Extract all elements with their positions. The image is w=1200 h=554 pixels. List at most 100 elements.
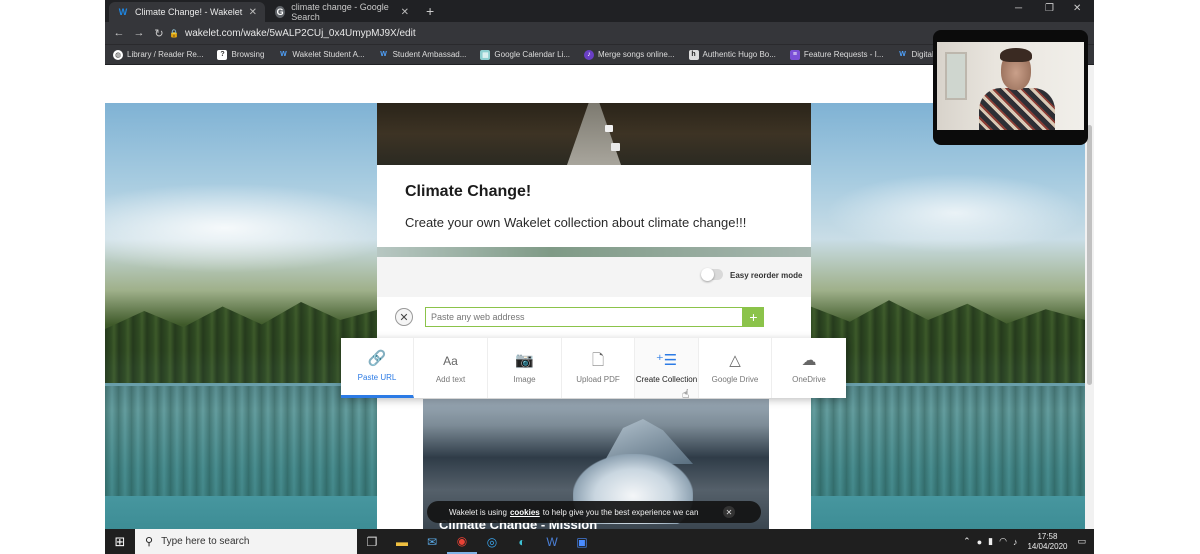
scrollbar-thumb[interactable] <box>1087 125 1092 385</box>
cloud-icon: ☁ <box>801 351 817 369</box>
app-icon[interactable]: ◎ <box>477 529 507 554</box>
url-field[interactable]: 🔒 wakelet.com/wake/5wALP2CUj_0x4UmypMJ9X… <box>169 25 949 41</box>
webcam-person-decoration <box>979 88 1055 130</box>
tab-wakelet[interactable]: W Climate Change! - Wakelet ✕ <box>109 2 265 22</box>
edge-icon[interactable]: ◐ <box>507 529 537 554</box>
file-explorer-icon[interactable]: ▬ <box>387 529 417 554</box>
menu-item-google-drive[interactable]: △ Google Drive <box>699 338 772 398</box>
cloud-decoration <box>105 183 405 273</box>
screenshot-frame: W Climate Change! - Wakelet ✕ G climate … <box>0 0 1200 554</box>
tab-google-search[interactable]: G climate change - Google Search ✕ <box>267 2 417 22</box>
text-icon: Aa <box>443 353 458 368</box>
add-list-icon: ⁺☰ <box>655 351 678 369</box>
menu-item-image[interactable]: 📷 Image <box>488 338 562 398</box>
task-view-icon[interactable]: ❐ <box>357 529 387 554</box>
close-tab-icon[interactable]: ✕ <box>401 7 409 18</box>
wakelet-icon: W <box>280 51 287 58</box>
document-icon: 🗋 <box>591 351 605 369</box>
h-icon: h <box>688 49 699 60</box>
calendar-icon: ▦ <box>480 49 491 60</box>
link-icon: 🔗 <box>367 350 387 367</box>
word-icon[interactable]: W <box>537 529 567 554</box>
bookmark-student-ambassador[interactable]: W Student Ambassad... <box>379 50 466 60</box>
tab-title: Climate Change! - Wakelet <box>135 7 243 17</box>
chevron-up-icon[interactable]: ⌃ <box>963 536 971 547</box>
google-drive-icon: △ <box>729 351 741 369</box>
bookmark-google-calendar[interactable]: ▦ Google Calendar Li... <box>480 49 570 60</box>
windows-taskbar: ⊞ ⚲ Type here to search ❐ ▬ ✉ ◉ ◎ ◐ W ▣ … <box>105 529 1094 554</box>
question-icon: ? <box>217 49 228 60</box>
bookmark-feature-requests[interactable]: ≡ Feature Requests - I... <box>789 49 884 60</box>
list-icon: ≡ <box>789 49 800 60</box>
search-placeholder: Type here to search <box>161 536 250 547</box>
bookmark-hugo-boss[interactable]: h Authentic Hugo Bo... <box>688 49 776 60</box>
menu-item-create-collection[interactable]: ⁺☰ Create Collection <box>635 338 699 398</box>
restore-icon[interactable]: ❐ <box>1045 3 1054 14</box>
mouse-pointer-icon: ☝ <box>682 387 690 401</box>
cloud-decoration <box>825 173 1085 253</box>
system-tray: ⌃ ● ▮ ◠ ♪ 17:58 14/04/2020 ▭ <box>957 529 1086 554</box>
taskbar-search[interactable]: ⚲ Type here to search <box>135 529 357 554</box>
wakelet-favicon-icon: W <box>118 7 128 17</box>
web-address-input[interactable] <box>425 307 743 327</box>
url-text: wakelet.com/wake/5wALP2CUj_0x4UmypMJ9X/e… <box>184 27 416 39</box>
taskbar-clock[interactable]: 17:58 14/04/2020 <box>1027 532 1067 552</box>
add-url-button[interactable]: + <box>743 307 764 327</box>
menu-item-upload-pdf[interactable]: 🗋 Upload PDF <box>562 338 635 398</box>
vehicle-decoration <box>605 125 613 132</box>
google-favicon-icon: G <box>275 6 286 18</box>
webcam-window-decoration <box>945 52 967 100</box>
collection-card: Climate Change! Create your own Wakelet … <box>377 103 811 529</box>
road-decoration <box>567 103 621 165</box>
forward-icon[interactable]: → <box>129 27 149 39</box>
back-icon[interactable]: ← <box>109 27 129 39</box>
bookmark-browsing[interactable]: ? Browsing <box>217 49 264 60</box>
windows-start-icon[interactable]: ⊞ <box>105 529 135 554</box>
browser-tab-strip: W Climate Change! - Wakelet ✕ G climate … <box>105 0 1094 22</box>
reload-icon[interactable]: ↻ <box>149 27 169 40</box>
new-tab-icon[interactable]: + <box>426 3 434 19</box>
collection-description[interactable]: Create your own Wakelet collection about… <box>405 215 746 230</box>
collection-title[interactable]: Climate Change! <box>405 183 531 201</box>
battery-icon[interactable]: ▮ <box>988 536 993 547</box>
wakelet-icon: W <box>899 51 906 58</box>
close-cookie-banner-button[interactable]: ✕ <box>723 506 735 518</box>
microphone-icon[interactable]: ● <box>977 537 982 547</box>
minimize-icon[interactable]: ─ <box>1015 3 1022 14</box>
mail-icon[interactable]: ✉ <box>417 529 447 554</box>
cookie-banner: Wakelet is using cookies to help give yo… <box>427 501 761 523</box>
notifications-icon[interactable]: ▭ <box>1077 536 1086 547</box>
globe-icon: ◍ <box>113 49 123 60</box>
add-item-menu: 🔗 Paste URL Aa Add text 📷 Image 🗋 Upload… <box>341 338 846 398</box>
audio-icon: ♪ <box>584 49 595 60</box>
menu-item-add-text[interactable]: Aa Add text <box>414 338 488 398</box>
cookies-link[interactable]: cookies <box>510 508 540 517</box>
image-strip <box>377 247 811 257</box>
wakelet-icon: W <box>380 51 387 58</box>
menu-item-onedrive[interactable]: ☁ OneDrive <box>772 338 846 398</box>
close-window-icon[interactable]: ✕ <box>1073 3 1081 14</box>
bookmark-merge-songs[interactable]: ♪ Merge songs online... <box>584 49 675 60</box>
search-icon: ⚲ <box>145 536 154 548</box>
reorder-panel: Easy reorder mode <box>377 257 811 297</box>
tab-title: climate change - Google Search <box>291 2 389 22</box>
reorder-label: Easy reorder mode <box>730 271 803 280</box>
volume-icon[interactable]: ♪ <box>1013 537 1018 547</box>
wifi-icon[interactable]: ◠ <box>999 536 1007 547</box>
zoom-icon[interactable]: ▣ <box>567 529 597 554</box>
menu-item-paste-url[interactable]: 🔗 Paste URL <box>341 338 414 398</box>
cover-image <box>377 103 811 165</box>
webcam-overlay <box>933 30 1088 145</box>
url-input-row: ✕ + <box>377 297 811 339</box>
bookmark-library[interactable]: ◍ Library / Reader Re... <box>113 49 203 60</box>
close-add-panel-button[interactable]: ✕ <box>395 308 413 326</box>
webcam-person-decoration <box>1000 48 1032 62</box>
close-tab-icon[interactable]: ✕ <box>249 7 257 18</box>
reorder-toggle[interactable] <box>701 268 723 281</box>
vehicle-decoration <box>611 143 620 151</box>
camera-icon: 📷 <box>515 351 534 369</box>
bookmark-wakelet-student[interactable]: W Wakelet Student A... <box>278 50 365 60</box>
toggle-knob <box>701 268 714 281</box>
lock-icon: 🔒 <box>169 28 179 38</box>
chrome-icon[interactable]: ◉ <box>447 529 477 554</box>
